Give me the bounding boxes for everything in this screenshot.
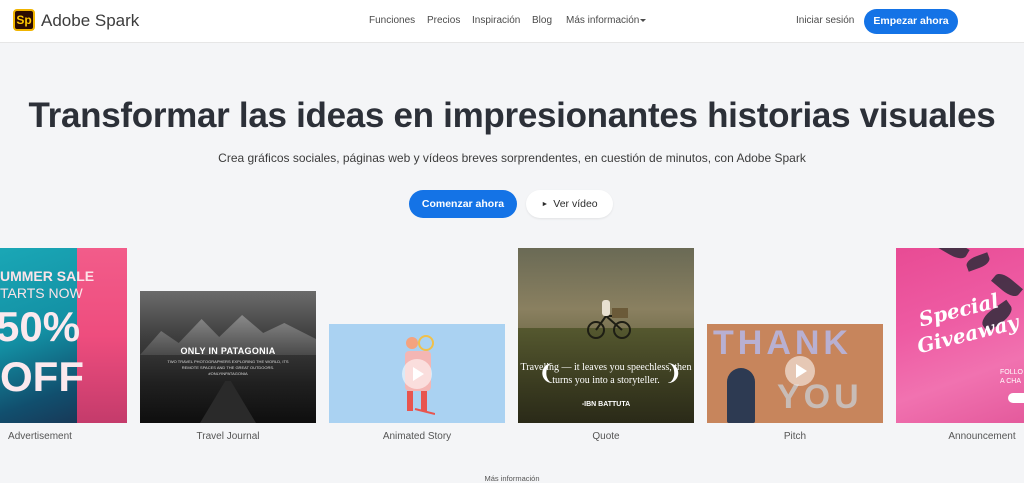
template-card-advertisement[interactable]: UMMER SALE TARTS NOW 50% OFF: [0, 248, 127, 423]
nav-item-mas-informacion[interactable]: Más información: [566, 15, 647, 26]
start-now-button[interactable]: Comenzar ahora: [409, 190, 517, 218]
announcement-pill: [1008, 393, 1024, 403]
ad-line-3: 50%: [0, 303, 81, 350]
template-card-travel-journal[interactable]: ONLY IN PATAGONIA TWO TRAVEL PHOTOGRAPHE…: [140, 291, 316, 423]
start-now-header-button[interactable]: Empezar ahora: [864, 9, 958, 34]
card-label-travel-journal: Travel Journal: [196, 431, 260, 442]
card-label-quote: Quote: [592, 431, 620, 442]
child-image: [727, 368, 755, 423]
play-icon[interactable]: [785, 356, 815, 386]
pitch-word-2: YOU: [777, 378, 863, 416]
card-label-animated-story: Animated Story: [382, 431, 452, 442]
sign-in-link[interactable]: Iniciar sesión: [796, 15, 854, 26]
nav-item-inspiracion[interactable]: Inspiración: [472, 15, 520, 26]
hero-title: Transformar las ideas en impresionantes …: [28, 96, 996, 135]
nav-item-mas-informacion-label: Más información: [566, 15, 640, 26]
brand-name[interactable]: Adobe Spark: [41, 11, 139, 31]
announcement-small-text: FOLLO A CHA: [1000, 369, 1023, 385]
chevron-down-icon: [640, 19, 647, 22]
ad-line-2: TARTS NOW: [0, 285, 83, 301]
road-image: [200, 381, 256, 423]
ad-line-4: OFF: [0, 353, 84, 400]
card-label-advertisement: Advertisement: [8, 431, 72, 442]
leaf-decoration: [938, 248, 970, 263]
top-navigation-bar: Sp Adobe Spark Funciones Precios Inspira…: [0, 0, 1024, 43]
play-icon: ►: [541, 201, 549, 208]
quote-text: Traveling — it leaves you speechless, th…: [520, 362, 692, 386]
nav-item-blog[interactable]: Blog: [532, 15, 552, 26]
nav-item-precios[interactable]: Precios: [427, 15, 460, 26]
leaf-decoration: [964, 252, 992, 272]
template-card-pitch[interactable]: THANK YOU: [707, 324, 883, 423]
travel-journal-title: ONLY IN PATAGONIA: [180, 346, 276, 356]
template-card-quote[interactable]: ❨ ❩ Traveling — it leaves you speechless…: [518, 248, 694, 423]
watch-video-label: Ver vídeo: [553, 198, 598, 210]
adobe-spark-logo-icon[interactable]: Sp: [13, 9, 35, 31]
travel-journal-body: TWO TRAVEL PHOTOGRAPHERS EXPLORING THE W…: [167, 359, 289, 376]
card-label-announcement: Announcement: [948, 431, 1016, 442]
template-card-animated-story[interactable]: [329, 324, 505, 423]
more-info-link[interactable]: Más información: [0, 474, 1024, 483]
card-label-pitch: Pitch: [783, 431, 807, 442]
nav-item-funciones[interactable]: Funciones: [369, 15, 415, 26]
quote-author: -IBN BATTUTA: [581, 401, 631, 408]
watch-video-button[interactable]: ► Ver vídeo: [526, 190, 613, 218]
ad-line-1: UMMER SALE: [0, 268, 95, 284]
hero-subtitle: Crea gráficos sociales, páginas web y ví…: [218, 151, 806, 165]
pitch-word-1: THANK: [713, 324, 852, 362]
template-card-announcement[interactable]: Special Giveaway FOLLO A CHA: [896, 248, 1024, 423]
play-icon[interactable]: [402, 359, 432, 389]
cyclist-image: [587, 300, 631, 339]
